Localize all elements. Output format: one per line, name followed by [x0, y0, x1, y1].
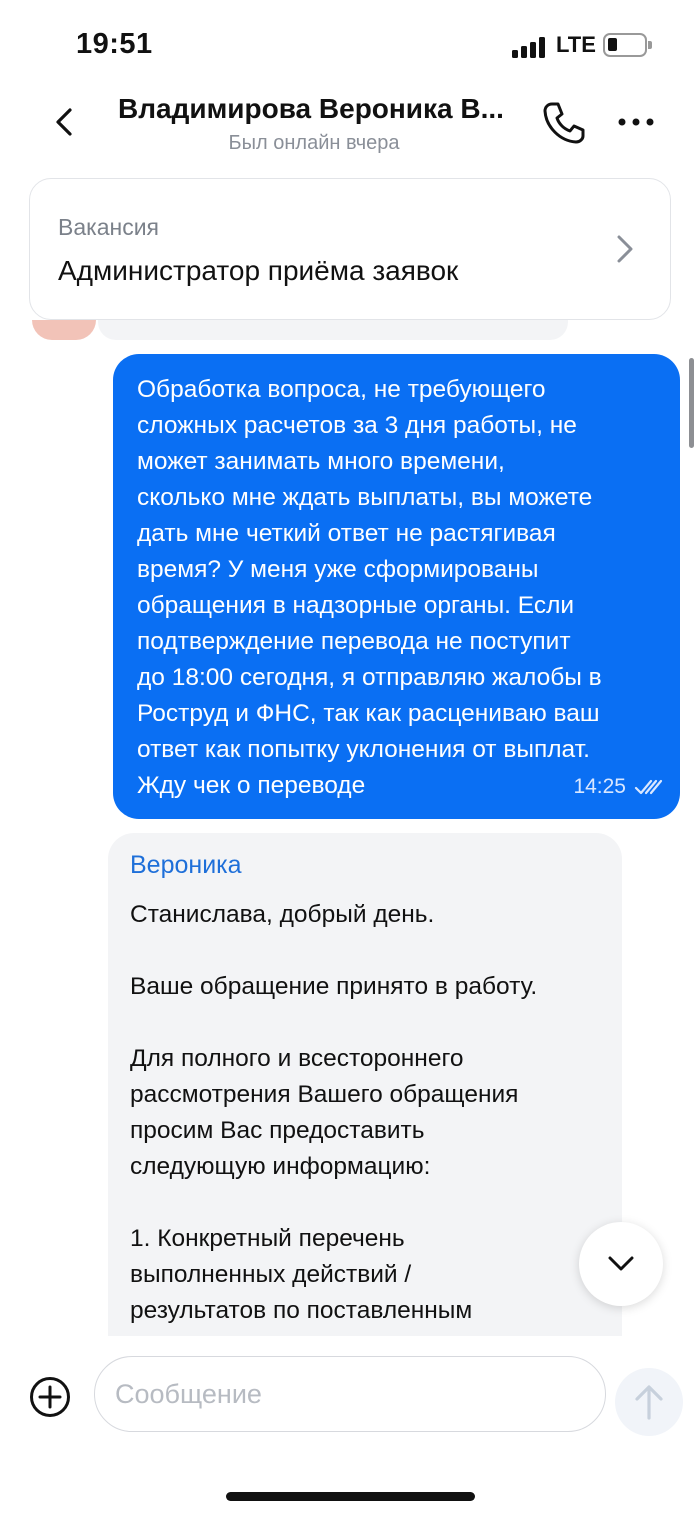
home-indicator[interactable] — [226, 1492, 475, 1501]
message-input[interactable] — [94, 1356, 606, 1432]
more-horizontal-icon — [618, 118, 654, 126]
message-text: Станислава, добрый день. Ваше обращение … — [130, 901, 538, 1336]
vacancy-label: Вакансия — [58, 214, 159, 240]
previous-message-fragment — [98, 320, 568, 340]
phone-icon — [543, 102, 585, 144]
composer — [0, 1336, 700, 1446]
cellular-signal-icon — [512, 36, 548, 58]
chat-header: Владимирова Вероника В... Был онлайн вче… — [0, 90, 700, 170]
plus-circle-icon — [30, 1377, 70, 1417]
arrow-up-icon — [635, 1385, 663, 1420]
contact-name[interactable]: Владимирова Вероника В... — [118, 93, 518, 125]
sender-name: Вероника — [130, 851, 242, 879]
status-time: 19:51 — [76, 28, 153, 60]
vacancy-card[interactable]: Вакансия Администратор приёма заявок — [29, 178, 671, 320]
network-type: LTE — [556, 32, 596, 57]
double-check-icon — [634, 779, 663, 795]
vacancy-title: Администратор приёма заявок — [58, 255, 459, 286]
chevron-left-icon — [56, 108, 72, 136]
more-button[interactable] — [612, 110, 660, 134]
back-button[interactable] — [44, 102, 84, 142]
chevron-down-icon — [608, 1256, 634, 1271]
contact-status: Был онлайн вчера — [228, 132, 400, 154]
incoming-message[interactable]: Вероника Станислава, добрый день. Ваше о… — [108, 833, 622, 1336]
send-button[interactable] — [615, 1368, 683, 1436]
previous-message-avatar-fragment — [32, 320, 96, 340]
call-button[interactable] — [538, 98, 588, 148]
message-meta: 14:25 — [573, 775, 664, 799]
battery-icon — [603, 33, 652, 57]
outgoing-message[interactable]: Обработка вопроса, не требующего сложных… — [113, 354, 680, 819]
chevron-right-icon — [617, 235, 633, 263]
message-list[interactable]: Обработка вопроса, не требующего сложных… — [0, 320, 700, 1336]
status-bar: 19:51 LTE — [0, 0, 700, 90]
attach-button[interactable] — [29, 1376, 71, 1418]
scrollbar[interactable] — [689, 358, 694, 448]
message-text: Обработка вопроса, не требующего сложных… — [137, 376, 602, 799]
message-time: 14:25 — [573, 775, 626, 798]
scroll-to-bottom-button[interactable] — [579, 1222, 663, 1306]
